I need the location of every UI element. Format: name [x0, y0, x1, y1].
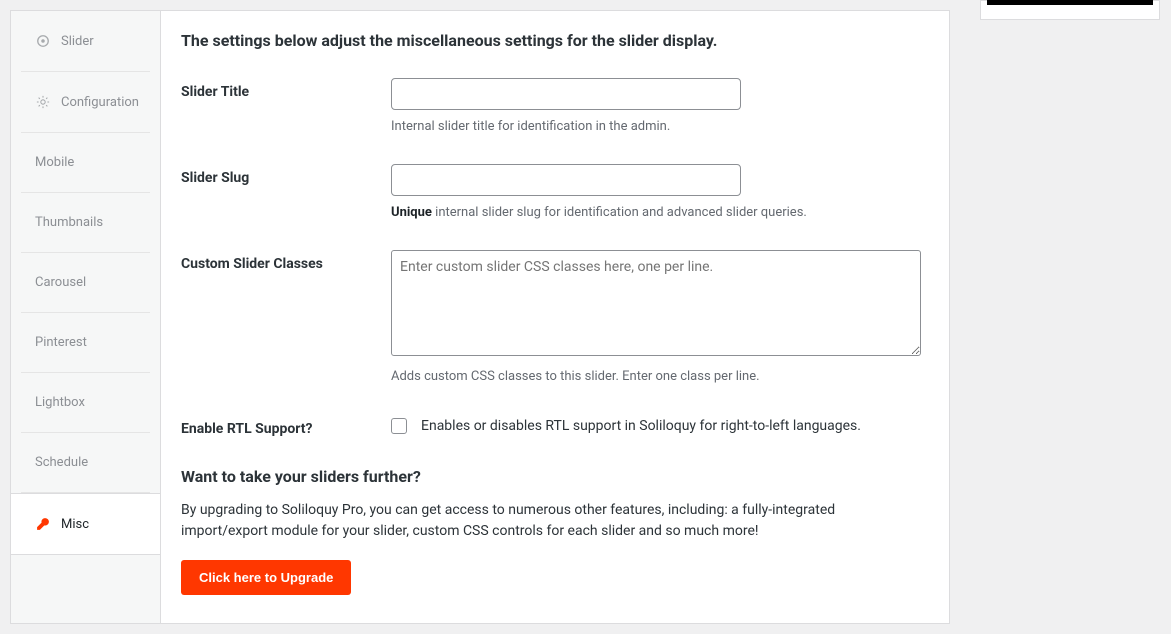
row-slider-slug: Slider Slug Unique internal slider slug … [181, 164, 921, 222]
sidebar-item-label: Mobile [35, 155, 74, 170]
label-custom-classes: Custom Slider Classes [181, 250, 391, 386]
help-slider-title: Internal slider title for identification… [391, 118, 921, 136]
settings-container: Slider Configuration Mobile Thumbnails C… [10, 10, 950, 624]
sidebar-item-label: Lightbox [35, 395, 85, 410]
sidebar-item-label: Schedule [35, 455, 88, 470]
sidebar-item-label: Pinterest [35, 335, 87, 350]
sidebar-item-label: Misc [61, 517, 89, 532]
sidebar-item-label: Configuration [61, 95, 139, 110]
right-panel [980, 0, 1160, 20]
settings-title: The settings below adjust the miscellane… [181, 31, 921, 50]
sidebar-item-configuration[interactable]: Configuration [21, 72, 150, 133]
checkbox-rtl[interactable] [391, 418, 407, 434]
wrench-icon [35, 516, 51, 532]
help-custom-classes: Adds custom CSS classes to this slider. … [391, 368, 921, 386]
row-rtl: Enable RTL Support? Enables or disables … [181, 415, 921, 437]
upgrade-button[interactable]: Click here to Upgrade [181, 560, 351, 595]
row-custom-classes: Custom Slider Classes Adds custom CSS cl… [181, 250, 921, 386]
sidebar-item-misc[interactable]: Misc [11, 493, 160, 555]
upgrade-heading: Want to take your sliders further? [181, 467, 921, 486]
sidebar-item-carousel[interactable]: Carousel [21, 253, 150, 313]
slider-icon [35, 33, 51, 49]
input-slider-slug[interactable] [391, 164, 741, 196]
content-panel: The settings below adjust the miscellane… [161, 11, 949, 623]
textarea-custom-classes[interactable] [391, 250, 921, 356]
label-slider-title: Slider Title [181, 78, 391, 136]
row-slider-title: Slider Title Internal slider title for i… [181, 78, 921, 136]
right-panel-bar [987, 0, 1153, 5]
sidebar-item-mobile[interactable]: Mobile [21, 133, 150, 193]
sidebar-item-thumbnails[interactable]: Thumbnails [21, 193, 150, 253]
label-rtl: Enable RTL Support? [181, 415, 391, 437]
upgrade-text: By upgrading to Soliloquy Pro, you can g… [181, 500, 921, 542]
sidebar: Slider Configuration Mobile Thumbnails C… [11, 11, 161, 623]
sidebar-item-pinterest[interactable]: Pinterest [21, 313, 150, 373]
sidebar-item-label: Carousel [35, 275, 86, 290]
sidebar-item-label: Slider [61, 34, 94, 49]
desc-rtl: Enables or disables RTL support in Solil… [421, 418, 861, 434]
input-slider-title[interactable] [391, 78, 741, 110]
help-slider-slug: Unique internal slider slug for identifi… [391, 204, 921, 222]
label-slider-slug: Slider Slug [181, 164, 391, 222]
gear-icon [35, 94, 51, 110]
sidebar-item-schedule[interactable]: Schedule [21, 433, 150, 493]
sidebar-item-lightbox[interactable]: Lightbox [21, 373, 150, 433]
sidebar-item-label: Thumbnails [35, 215, 103, 230]
sidebar-item-slider[interactable]: Slider [21, 11, 150, 72]
